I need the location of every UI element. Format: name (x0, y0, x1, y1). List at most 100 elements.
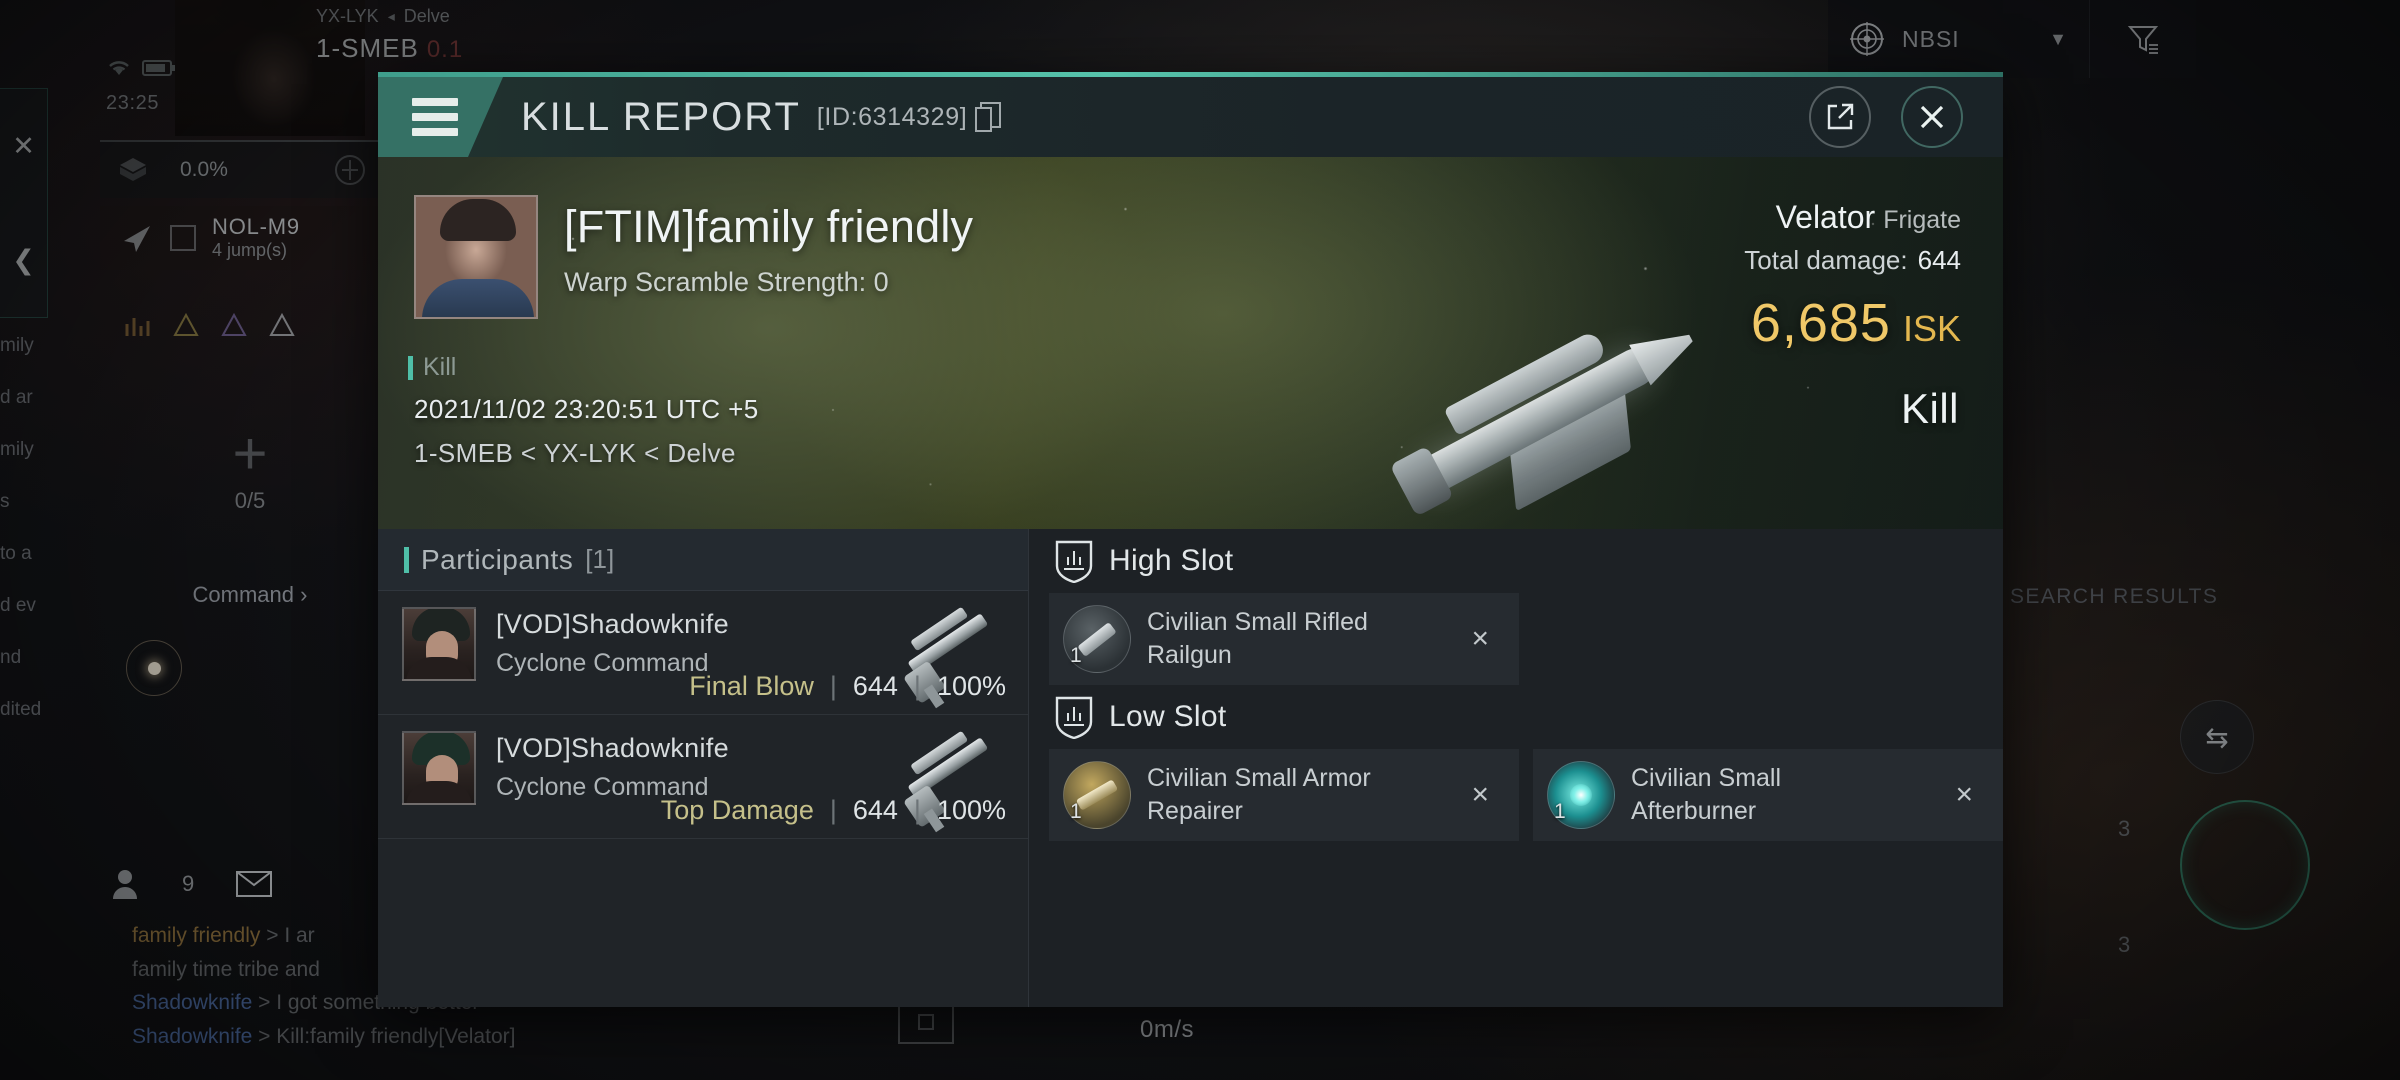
cargo-hud-panel[interactable]: 0.0% (100, 140, 390, 198)
participant-damage: 644 (852, 671, 898, 701)
modal-header: KILL REPORT [ID:6314329] (378, 77, 2003, 157)
kill-tag-label: Kill (423, 353, 457, 381)
mail-icon[interactable] (236, 871, 273, 897)
ship-name: Velator (1775, 199, 1876, 235)
breadcrumb-sub: Delve (403, 6, 450, 26)
engagement-policy-selector[interactable]: NBSI ▼ (1828, 0, 2090, 78)
current-system-name: 1-SMEB (316, 33, 419, 63)
left-fragment-7: dited (0, 699, 42, 720)
left-fragment-6: nd (0, 647, 22, 668)
low-slot-items: 1 Civilian Small Armor Repairer × 1 Civi… (1029, 749, 2003, 841)
signal-bars-icon (124, 312, 152, 338)
table-row[interactable]: [VOD]Shadowknife Cyclone Command Top Dam… (378, 715, 1028, 839)
ship-fitting-icon[interactable] (332, 152, 368, 188)
list-item[interactable]: 1 Civilian Small Armor Repairer × (1049, 749, 1519, 841)
swap-view-button[interactable]: ⇆ (2180, 700, 2254, 774)
external-link-icon (1827, 103, 1854, 130)
breadcrumb-region: YX-LYK (316, 6, 379, 26)
local-count: 9 (182, 871, 195, 896)
fleet-column: + 0/5 Command › (130, 424, 370, 608)
close-button[interactable] (1901, 86, 1963, 148)
background-left-text-column: mily d ar mily s to a d ev nd dited (0, 320, 86, 736)
command-link[interactable]: Command › (130, 582, 370, 608)
speed-indicator: 0m/s (1140, 1016, 1195, 1043)
destination-info: NOL-M9 4 jump(s) (212, 214, 300, 261)
modal-body: Participants [1] [VOD]Shadowknife Cyclon… (378, 529, 2003, 1007)
high-slot-header: High Slot (1029, 529, 2003, 593)
autopilot-destination-panel[interactable]: NOL-M9 4 jump(s) (100, 206, 390, 270)
kill-tag: Kill (408, 353, 456, 382)
chat-separator: > (258, 991, 271, 1014)
participant-percent: 100% (936, 795, 1006, 825)
app-root: YX-LYK ◂ Delve 1-SMEB0.1 23:25 Sakht 0.0… (0, 0, 2400, 1080)
kill-location: 1-SMEB < YX-LYK < Delve (414, 438, 736, 468)
participants-header: Participants [1] (378, 529, 1028, 591)
kill-tag-accent (408, 355, 413, 380)
device-status-strip (106, 58, 176, 78)
battery-icon (142, 59, 176, 77)
kill-result-word: Kill (1900, 385, 1959, 432)
system-breadcrumb: YX-LYK ◂ Delve (316, 6, 450, 27)
share-button[interactable] (1809, 86, 1871, 148)
structure-icon-2 (220, 312, 248, 338)
filter-button[interactable] (2090, 0, 2196, 78)
chat-author: family friendly (132, 924, 261, 947)
avatar (402, 607, 476, 681)
add-fleet-icon[interactable]: + (130, 424, 370, 484)
table-row[interactable]: [VOD]Shadowknife Cyclone Command Final B… (378, 591, 1028, 715)
isk-amount: 6,685 (1750, 293, 1891, 353)
menu-button[interactable] (378, 77, 503, 157)
kill-summary: Velator Frigate Total damage: 644 6,685 ISK (1744, 199, 1961, 354)
high-slot-title: High Slot (1109, 544, 1234, 577)
security-indicator-row (124, 312, 296, 338)
armor-repairer-module-icon: 1 (1063, 761, 1131, 829)
destination-name: NOL-M9 (212, 214, 300, 240)
remove-module-icon[interactable]: × (1955, 778, 1973, 812)
engagement-policy-label: NBSI (1902, 25, 1960, 52)
victim-avatar (414, 195, 538, 319)
locked-target-bracket[interactable] (2180, 800, 2310, 930)
stat-separator: | (829, 671, 837, 701)
close-icon (1920, 105, 1944, 129)
camera-icon (918, 1014, 934, 1030)
left-fragment-3: s (0, 491, 10, 512)
kill-report-id: [ID:6314329] (816, 102, 968, 131)
wifi-icon (106, 58, 132, 78)
remove-module-icon[interactable]: × (1471, 778, 1489, 812)
cargo-percent: 0.0% (180, 158, 228, 181)
list-item[interactable]: 1 Civilian Small Rifled Railgun × (1049, 593, 1519, 685)
isk-unit: ISK (1902, 308, 1961, 349)
sidebar-collapse-strip[interactable]: ✕ ❮ (0, 88, 48, 318)
ship-class: Frigate (1883, 206, 1961, 234)
stat-separator: | (913, 795, 921, 825)
remove-module-icon[interactable]: × (1471, 622, 1489, 656)
afterburner-module-icon: 1 (1547, 761, 1615, 829)
list-item[interactable]: 1 Civilian Small Afterburner × (1533, 749, 2003, 841)
total-damage-line: Total damage: 644 (1744, 245, 1961, 276)
destroyed-ship-render (1333, 243, 1732, 529)
left-fragment-2: mily (0, 439, 34, 460)
chat-separator: > (258, 1024, 271, 1048)
low-slot-title: Low Slot (1109, 700, 1227, 733)
device-clock: 23:25 (106, 92, 160, 114)
chevron-left-icon[interactable]: ❮ (12, 245, 35, 276)
structure-icon-1 (172, 312, 200, 338)
person-icon (110, 868, 140, 900)
hamburger-menu-icon (412, 98, 458, 136)
chat-message: I ar (284, 924, 315, 947)
close-icon[interactable]: ✕ (12, 131, 35, 162)
slot-quantity: 1 (1070, 800, 1082, 823)
chevron-down-icon[interactable]: ▼ (2049, 29, 2067, 50)
module-name: Civilian Small Armor Repairer (1147, 764, 1371, 825)
fitting-panel: High Slot 1 Civilian Small Rifled Railgu… (1029, 529, 2003, 1007)
current-system[interactable]: 1-SMEB 0.1 (316, 33, 463, 64)
chat-author: Shadowknife (132, 1024, 253, 1048)
left-fragment-1: d ar (0, 387, 33, 408)
participant-percent: 100% (936, 671, 1006, 701)
cargo-box-icon (116, 155, 150, 185)
ship-line: Velator Frigate (1744, 199, 1961, 236)
left-fragment-5: d ev (0, 595, 36, 616)
participants-count: [1] (585, 544, 615, 574)
copy-icon[interactable] (975, 102, 1002, 132)
fleet-count: 0/5 (234, 488, 266, 513)
